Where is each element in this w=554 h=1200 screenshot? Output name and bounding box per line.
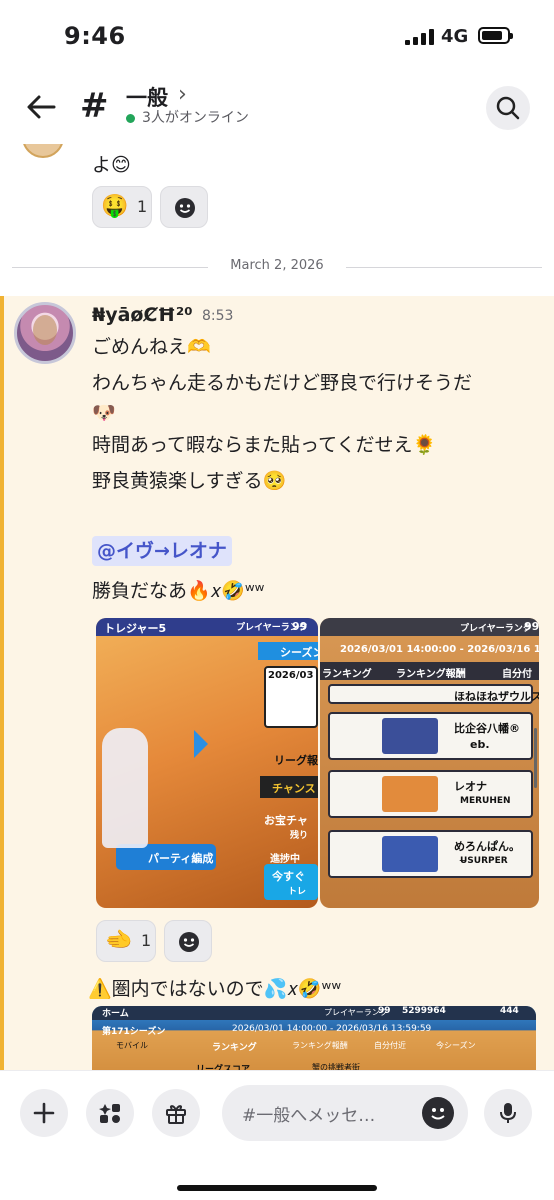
message-line: 🐶	[92, 402, 116, 424]
highlighted-message[interactable]: ₦yāøȻĦ²⁰ 8:53 ごめんねえ🫶 わんちゃん走るかもだけど野良で行けそう…	[0, 296, 554, 1070]
progress-label: 進捗中	[270, 854, 300, 865]
tab-ranking: ランキング	[212, 1043, 257, 1053]
challenge-label: チャンス	[272, 782, 316, 795]
gift-button[interactable]	[152, 1089, 200, 1137]
status-time: 9:46	[64, 22, 126, 50]
season-label: 第171シーズン	[102, 1027, 166, 1037]
reaction-count: 1	[141, 931, 152, 950]
guild-name: U̶SURPER	[460, 856, 508, 866]
plus-icon	[33, 1102, 55, 1124]
back-arrow-icon[interactable]	[24, 90, 58, 124]
message-line: わんちゃん走るかもだけど野良で行けそうだ	[92, 372, 473, 394]
tab-self: 自分付近	[374, 1041, 406, 1050]
chevron-right-icon[interactable]: ›	[178, 82, 187, 107]
add-reaction-button[interactable]	[164, 920, 212, 962]
rank-value: 99	[292, 620, 308, 633]
message-composer: #一般へメッセ…	[0, 1070, 554, 1200]
online-count: 3人がオンライン	[142, 110, 249, 126]
emoji-button[interactable]	[422, 1097, 454, 1129]
smiley-icon	[179, 932, 199, 952]
avatar[interactable]	[14, 302, 76, 364]
date-range: 2026/03/01 14:00:00 - 2026/03/16 13:59:5…	[232, 1024, 432, 1034]
date-range: 2026/03/01 14:00:00 - 2026/03/16 13:59:5…	[340, 644, 539, 655]
reaction-count: 1	[137, 197, 148, 216]
extra-label: 蟹の挑戦者街	[312, 1063, 360, 1070]
coin-count: 5299964	[402, 1006, 446, 1016]
rank-value: 99	[524, 620, 539, 633]
message-line: 時間あって暇ならまた貼ってくだせえ🌻	[92, 434, 437, 456]
player-name: めろんぱん。	[454, 840, 520, 853]
search-icon	[496, 96, 520, 120]
message-line: 野良黄猿楽しすぎる🥺	[92, 470, 287, 492]
author-name[interactable]: ₦yāøȻĦ²⁰	[92, 304, 193, 326]
online-dot-icon	[126, 114, 135, 123]
reaction-button[interactable]: 🤑 1	[92, 186, 152, 228]
tab-ranking-reward: ランキング報酬	[292, 1041, 348, 1050]
apps-button[interactable]	[86, 1089, 134, 1137]
league-label: リーグ報	[274, 754, 318, 767]
add-button[interactable]	[20, 1089, 68, 1137]
tab-self: 自分付	[502, 669, 532, 680]
tab-ranking-reward: ランキング報酬	[396, 669, 466, 680]
date-divider: March 2, 2026	[12, 256, 542, 278]
score-label: リーグスコア	[196, 1065, 251, 1070]
image-attachment[interactable]: プレイヤーランク 99 2026/03/01 14:00:00 - 2026/0…	[320, 618, 539, 908]
avatar[interactable]	[22, 144, 64, 158]
smiley-icon	[175, 198, 195, 218]
message-list[interactable]: よ😊 🤑 1 March 2, 2026 ₦yāøȻĦ²⁰ 8:53 ごめんねえ…	[0, 144, 554, 1070]
player-name: ほねほねザウルス	[454, 690, 539, 703]
add-reaction-button[interactable]	[160, 186, 208, 228]
guild-name: MERUHEN	[460, 796, 511, 806]
guild-name: eb.	[470, 738, 490, 751]
message-line: 勝負だなあ🔥𝑥🤣ʷʷ	[92, 580, 265, 602]
microphone-icon	[500, 1103, 516, 1123]
apps-icon	[99, 1104, 120, 1123]
now-label: 今すぐ	[272, 870, 305, 883]
player-name: 比企谷八幡®	[454, 722, 520, 735]
user-mention[interactable]: @イヴ→レオナ	[92, 536, 232, 566]
image-attachment[interactable]: ホーム プレイヤーランク 99 5299964 444 第171シーズン 202…	[92, 1006, 536, 1070]
message-placeholder: #一般へメッセ…	[242, 1106, 376, 1126]
reaction-emoji: 🤑	[101, 194, 129, 219]
search-button[interactable]	[486, 86, 530, 130]
tab-season: 今シーズン	[436, 1041, 476, 1050]
channel-header: # 一般 › 3人がオンライン	[0, 72, 554, 144]
treasure-label: お宝チャ	[264, 814, 308, 827]
status-bar: 9:46 4G	[0, 0, 554, 72]
rank-label: プレイヤーランク	[460, 624, 532, 634]
network-label: 4G	[441, 26, 469, 47]
message-line: ごめんねえ🫶	[92, 336, 211, 358]
home-indicator	[177, 1185, 377, 1191]
message-text: ⚠️圏内ではないので💦𝑥🤣ʷʷ	[88, 978, 342, 1000]
date-label: March 2, 2026	[208, 258, 346, 273]
channel-hash-icon: #	[80, 86, 109, 126]
game-header-label: トレジャー5	[104, 622, 167, 635]
player-name: レオナ	[454, 780, 487, 793]
reaction-button[interactable]: 🫲 1	[96, 920, 156, 962]
tab-ranking: ランキング	[322, 669, 372, 680]
party-button: パーティ編成	[148, 852, 214, 865]
battery-icon	[478, 27, 513, 44]
smiley-icon	[431, 1108, 445, 1120]
gem-count: 444	[500, 1006, 519, 1016]
home-label: ホーム	[102, 1009, 129, 1019]
image-attachment[interactable]: トレジャー5 プレイヤーランク 99 シーズン 2026/03 リーグ報 チャン…	[96, 618, 318, 908]
mode-label: モバイル	[116, 1041, 148, 1050]
voice-button[interactable]	[484, 1089, 532, 1137]
remaining-label: 残り	[290, 831, 309, 841]
season-label: シーズン	[280, 646, 318, 659]
rank-value: 99	[378, 1006, 391, 1016]
gift-icon	[166, 1105, 186, 1124]
train-label: トレ	[288, 887, 307, 897]
message-text: よ😊	[92, 154, 131, 176]
signal-icon	[405, 29, 435, 45]
message-timestamp: 8:53	[202, 308, 234, 324]
reaction-emoji: 🫲	[105, 928, 133, 953]
date-text: 2026/03	[268, 670, 314, 681]
message-input[interactable]: #一般へメッセ…	[222, 1085, 468, 1141]
